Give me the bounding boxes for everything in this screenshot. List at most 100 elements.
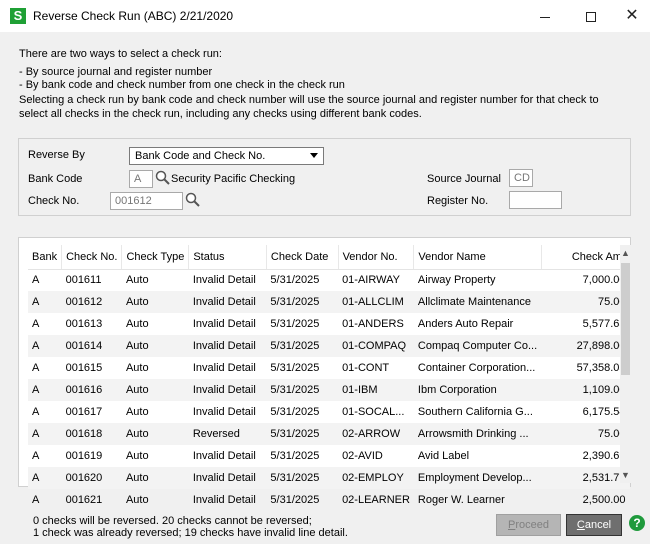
table-cell: 5/31/2025 — [270, 406, 320, 418]
reverse-by-select[interactable]: Bank Code and Check No. — [129, 147, 324, 165]
col-check-amt[interactable]: Check Amt — [541, 245, 631, 270]
table-cell: 7,000.00 — [582, 274, 626, 287]
table-row[interactable]: A 001611 Auto Invalid Detail 5/31/2025 01-AIR… — [28, 269, 630, 291]
table-cell: Auto — [125, 406, 149, 418]
table-cell: 2,531.77 — [541, 467, 630, 489]
proceed-button[interactable]: Proceed — [496, 514, 561, 536]
table-cell: 5,577.63 — [582, 318, 626, 330]
intro-line-5: select all checks in the check run, incl… — [19, 108, 422, 120]
scroll-down-icon[interactable]: ▼ — [620, 467, 631, 483]
vertical-scrollbar[interactable]: ▲ ▼ — [620, 245, 631, 483]
table-cell: 01-ALLCLIM — [338, 291, 414, 313]
source-journal-label: Source Journal — [427, 173, 501, 185]
check-table: Bank Check No. Check Type Status Check D… — [28, 245, 631, 511]
bank-code-field[interactable]: A — [129, 170, 153, 188]
table-row[interactable]: A 001616 Auto Invalid Detail 5/31/2025 01-IBM… — [28, 379, 630, 401]
table-cell: Invalid Detail — [192, 318, 256, 330]
col-check-type[interactable]: Check Type — [121, 245, 190, 270]
col-vendor-no[interactable]: Vendor No. — [338, 245, 415, 270]
table-cell: Invalid Detail — [188, 291, 267, 313]
check-no-label: Check No. — [28, 195, 80, 207]
table-cell: 75.00 — [541, 291, 630, 313]
table-cell: A — [32, 450, 40, 462]
minimize-icon — [540, 16, 550, 18]
table-row[interactable]: A 001613 Auto Invalid Detail 5/31/2025 01-AND… — [28, 313, 630, 335]
maximize-button[interactable] — [568, 0, 614, 32]
help-icon[interactable]: ? — [629, 515, 645, 531]
close-button[interactable]: ✕ — [614, 0, 650, 32]
table-cell: Auto — [125, 274, 149, 287]
table-cell: Auto — [121, 423, 189, 445]
table-cell: Auto — [121, 379, 189, 401]
source-journal-field[interactable]: CD — [509, 169, 533, 187]
table-cell: 001614 — [61, 335, 122, 357]
intro-line-1: There are two ways to select a check run… — [19, 48, 222, 60]
table-row[interactable]: A 001614 Auto Invalid Detail 5/31/2025 01-COM… — [28, 335, 630, 357]
table-cell: Anders Auto Repair — [417, 318, 514, 330]
table-cell: 01-SOCAL... — [342, 406, 405, 418]
minimize-button[interactable] — [522, 0, 568, 32]
col-check-no[interactable]: Check No. — [61, 245, 123, 270]
table-cell: 5/31/2025 — [266, 423, 339, 445]
table-cell: 01-IBM — [338, 379, 414, 401]
scroll-up-icon[interactable]: ▲ — [620, 245, 631, 261]
check-no-lookup-icon[interactable] — [185, 192, 201, 208]
table-row[interactable]: A 001612 Auto Invalid Detail 5/31/2025 01-ALL… — [28, 291, 630, 313]
table-cell: Avid Label — [417, 450, 470, 462]
table-cell: 6,175.54 — [582, 406, 626, 418]
bank-code-label: Bank Code — [28, 173, 83, 185]
table-cell: 01-ANDERS — [342, 318, 404, 330]
table-cell: Auto — [125, 318, 149, 330]
table-cell: Auto — [121, 291, 189, 313]
table-cell: Reversed — [188, 423, 267, 445]
table-row[interactable]: A 001618 Auto Reversed 5/31/2025 02-ARROW Arro… — [28, 423, 630, 445]
bank-name: Security Pacific Checking — [171, 173, 296, 185]
table-row[interactable]: A 001621 Auto Invalid Detail 5/31/2025 02-LEA… — [28, 489, 630, 511]
table-cell: Auto — [125, 450, 149, 462]
table-cell: Invalid Detail — [188, 379, 267, 401]
scroll-thumb[interactable] — [621, 263, 630, 375]
title-bar: S Reverse Check Run (ABC) 2/21/2020 ✕ — [0, 0, 650, 32]
cancel-button[interactable]: Cancel — [566, 514, 622, 536]
sage-app-icon: S — [10, 8, 26, 24]
table-cell: Invalid Detail — [192, 274, 256, 287]
header-row: Bank Check No. Check Type Status Check D… — [28, 245, 631, 270]
table-row[interactable]: A 001615 Auto Invalid Detail 5/31/2025 01-CON… — [28, 357, 630, 379]
table-cell: A — [32, 494, 40, 506]
table-cell: 5/31/2025 — [270, 494, 320, 506]
check-no-field[interactable]: 001612 — [110, 192, 183, 210]
register-no-label: Register No. — [427, 195, 489, 207]
close-icon: ✕ — [625, 7, 639, 24]
table-row[interactable]: A 001617 Auto Invalid Detail 5/31/2025 01-SOC… — [28, 401, 630, 423]
chevron-down-icon — [310, 153, 318, 158]
intro-line-3: - By bank code and check number from one… — [19, 79, 345, 91]
table-cell: 57,358.05 — [576, 362, 626, 374]
check-grid: Bank Check No. Check Type Status Check D… — [18, 237, 631, 506]
table-cell: Auto — [121, 467, 189, 489]
bank-code-lookup-icon[interactable] — [155, 170, 171, 186]
register-no-field[interactable] — [509, 191, 562, 209]
window-title: Reverse Check Run (ABC) 2/21/2020 — [33, 9, 234, 23]
table-cell: 5/31/2025 — [270, 318, 320, 330]
table-cell: A — [32, 406, 40, 418]
table-cell: 02-ARROW — [338, 423, 414, 445]
col-vendor-name[interactable]: Vendor Name — [413, 245, 542, 270]
table-cell: 01-CONT — [342, 362, 390, 374]
table-cell: Invalid Detail — [192, 450, 256, 462]
col-status[interactable]: Status — [188, 245, 267, 270]
table-cell: Invalid Detail — [188, 335, 267, 357]
table-cell: Roger W. Learner — [417, 494, 505, 506]
table-cell: 5/31/2025 — [270, 362, 320, 374]
table-row[interactable]: A 001619 Auto Invalid Detail 5/31/2025 02-AVI… — [28, 445, 630, 467]
table-cell: 5/31/2025 — [270, 274, 320, 287]
table-cell: 001621 — [65, 494, 103, 506]
col-bank[interactable]: Bank — [28, 245, 63, 270]
col-check-date[interactable]: Check Date — [266, 245, 339, 270]
table-cell: A — [32, 318, 40, 330]
table-cell: 2,390.69 — [582, 450, 626, 462]
table-cell: Allclimate Maintenance — [413, 291, 542, 313]
table-cell: 001613 — [65, 318, 103, 330]
table-cell: 5/31/2025 — [266, 291, 339, 313]
maximize-icon — [586, 12, 596, 23]
table-row[interactable]: A 001620 Auto Invalid Detail 5/31/2025 02-EMP… — [28, 467, 630, 489]
